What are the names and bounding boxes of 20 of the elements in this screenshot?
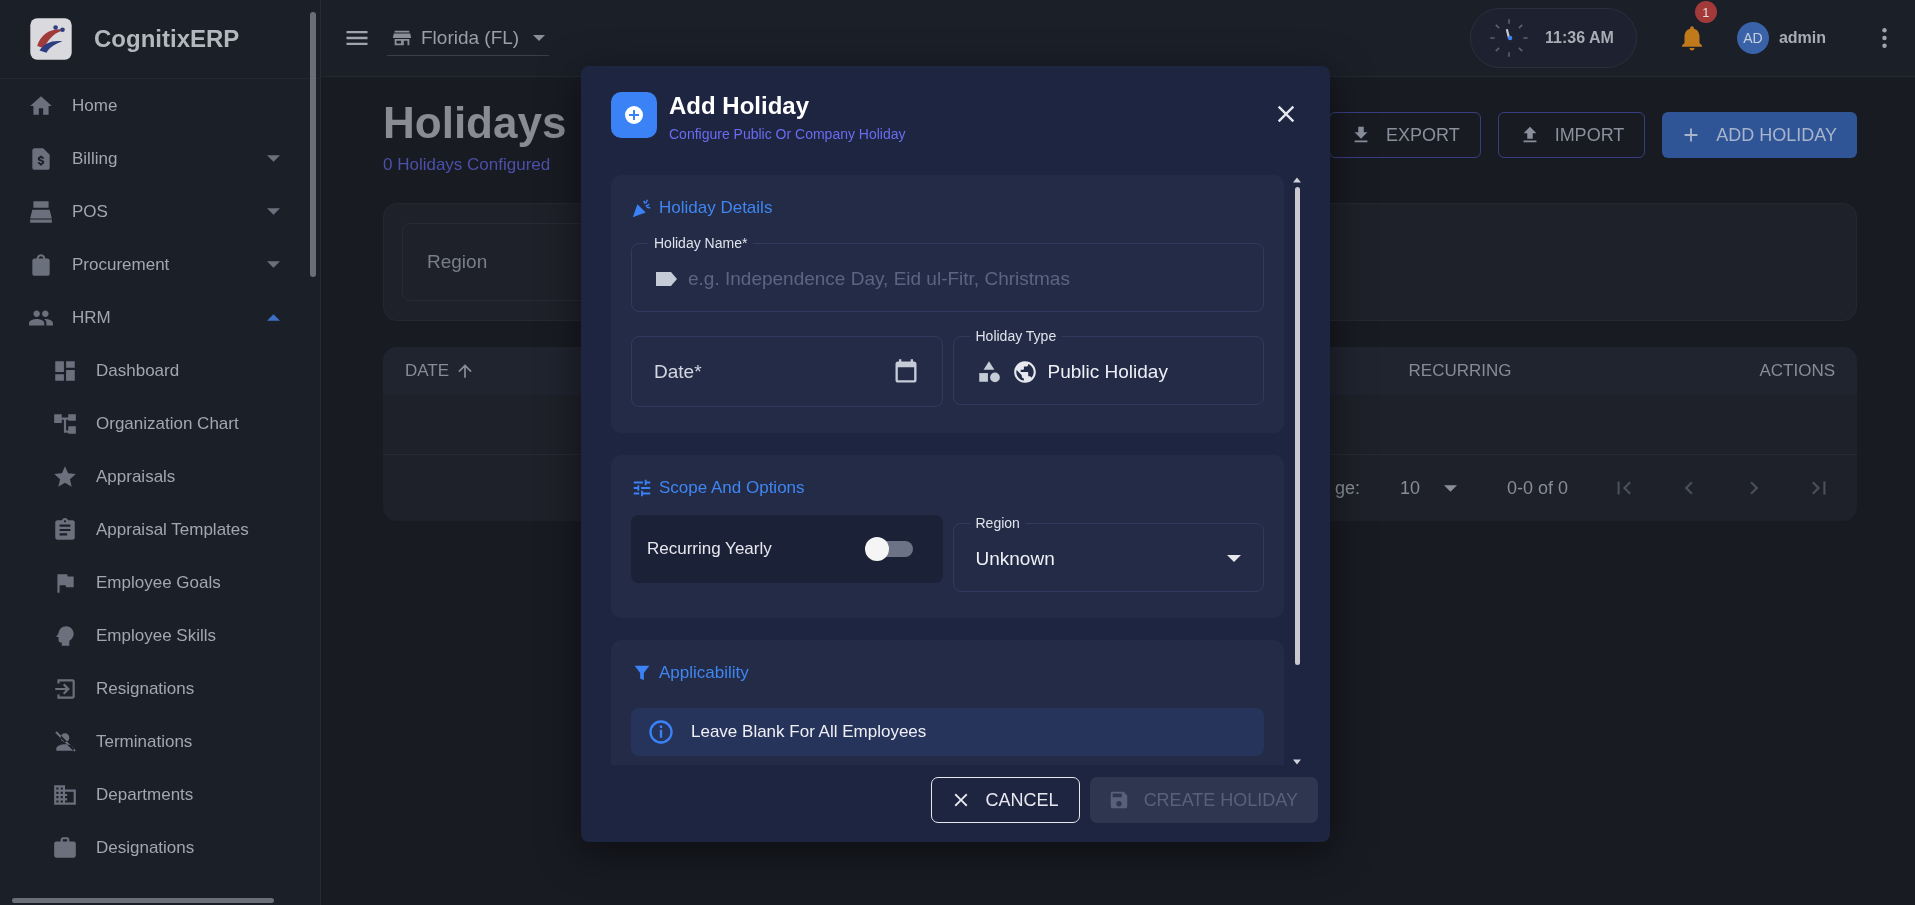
dialog-title: Add Holiday: [669, 92, 810, 120]
clock-widget: 11:36 AM: [1470, 8, 1637, 68]
section-title: Holiday Details: [659, 198, 773, 218]
section-title: Applicability: [659, 663, 749, 683]
field-label: Holiday Name*: [653, 234, 749, 252]
field-value: Public Holiday: [1047, 360, 1169, 383]
page-range: 0-0 of 0: [1507, 477, 1569, 499]
page-subtitle: 0 Holidays Configured: [383, 155, 551, 175]
info-text: Leave Blank For All Employees: [691, 722, 927, 742]
page-title: Holidays: [383, 97, 567, 149]
dialog-subtitle: Configure Public Or Company Holiday: [669, 126, 907, 142]
field-label: Region: [974, 514, 1021, 532]
rows-per-page-label: ge:: [1335, 477, 1361, 499]
field-value: Unknown: [975, 547, 1056, 570]
section-title: Scope And Options: [659, 478, 805, 498]
toggle-label: Recurring Yearly: [647, 539, 773, 559]
field-label: Holiday Type: [974, 327, 1058, 345]
app-name: CognitixERP: [94, 25, 240, 53]
notification-badge: 1: [1694, 1, 1717, 23]
field-label: Date*: [654, 360, 703, 383]
